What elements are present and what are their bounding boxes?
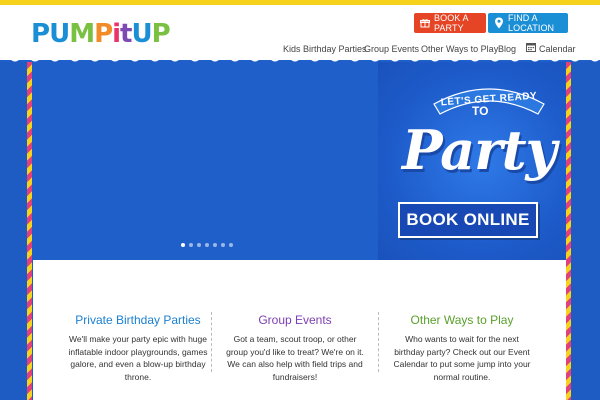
feature-title-group-events[interactable]: Group Events bbox=[220, 312, 370, 328]
right-striped-pole bbox=[566, 62, 571, 400]
slider-dot[interactable] bbox=[213, 243, 217, 247]
slider-dot[interactable] bbox=[181, 243, 185, 247]
gift-icon bbox=[420, 18, 430, 28]
find-a-location-label: FIND A LOCATION bbox=[508, 13, 555, 33]
text-line: birthday party? Check out our Event bbox=[394, 346, 530, 357]
feature-text-group-events: Got a team, scout troop, or other group … bbox=[220, 333, 370, 383]
hero-party-banner[interactable]: LET'S GET READY TO Party BOOK ONLINE bbox=[378, 62, 566, 260]
feature-column-other-ways: Other Ways to Play Who wants to wait for… bbox=[387, 312, 537, 383]
party-headline: Party bbox=[402, 118, 557, 182]
text-line: throne. bbox=[124, 371, 152, 382]
feature-column-group-events: Group Events Got a team, scout troop, or… bbox=[220, 312, 370, 383]
text-line: Got a team, scout troop, or other bbox=[233, 334, 357, 344]
slider-dot[interactable] bbox=[189, 243, 193, 247]
feature-text-birthday: We'll make your party epic with huge inf… bbox=[63, 333, 213, 383]
slider-dot[interactable] bbox=[205, 243, 209, 247]
feature-title-birthday[interactable]: Private Birthday Parties bbox=[63, 312, 213, 328]
slider-dot[interactable] bbox=[221, 243, 225, 247]
feature-title-other-ways[interactable]: Other Ways to Play bbox=[387, 312, 537, 328]
text-line: Calendar to put some jump into your bbox=[393, 359, 531, 369]
column-divider bbox=[378, 312, 379, 372]
hero-left-panel bbox=[33, 62, 378, 260]
book-a-party-label: BOOK A PARTY bbox=[434, 13, 469, 33]
slider-dot[interactable] bbox=[197, 243, 201, 247]
book-a-party-button[interactable]: BOOK A PARTY bbox=[414, 13, 486, 33]
text-line: fundraisers! bbox=[272, 371, 318, 382]
column-divider bbox=[211, 312, 212, 372]
text-line: group you'd like to treat? We're on it. bbox=[226, 346, 364, 357]
site-header: PUMPitUP BOOK A PARTY FIND A LOCATION Ki… bbox=[0, 5, 600, 60]
slider-dot[interactable] bbox=[229, 243, 233, 247]
text-line: We can also help with field trips and bbox=[227, 359, 363, 369]
book-online-button[interactable]: BOOK ONLINE bbox=[398, 202, 538, 238]
feature-column-birthday: Private Birthday Parties We'll make your… bbox=[63, 312, 213, 383]
text-line: inflatable indoor playgrounds, games bbox=[68, 346, 208, 357]
find-a-location-button[interactable]: FIND A LOCATION bbox=[488, 13, 568, 33]
map-pin-icon bbox=[494, 17, 504, 29]
text-line: Who wants to wait for the next bbox=[405, 334, 519, 344]
text-line: normal routine. bbox=[433, 371, 491, 382]
text-line: We'll make your party epic with huge bbox=[68, 334, 207, 344]
left-striped-pole bbox=[27, 62, 32, 400]
feature-columns: Private Birthday Parties We'll make your… bbox=[33, 260, 566, 400]
feature-text-other-ways: Who wants to wait for the next birthday … bbox=[387, 333, 537, 383]
text-line: galore, and even a blow-up birthday bbox=[70, 359, 206, 369]
slider-dots bbox=[181, 243, 233, 247]
to-text: TO bbox=[472, 104, 489, 118]
hero-slider[interactable]: LET'S GET READY TO Party BOOK ONLINE bbox=[33, 62, 566, 260]
